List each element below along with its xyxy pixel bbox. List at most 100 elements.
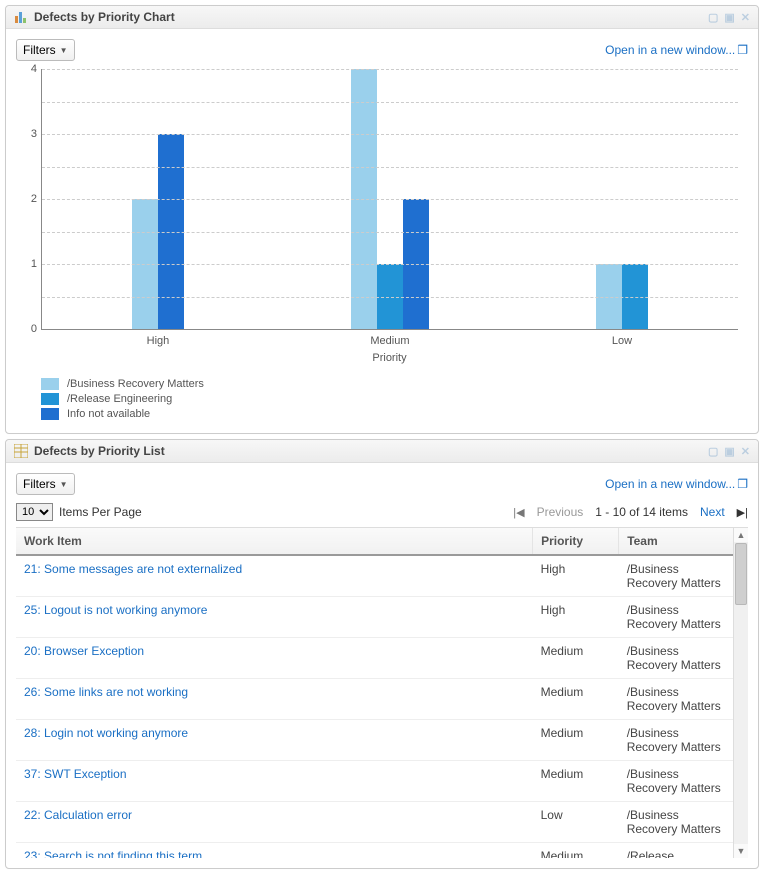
table-row: 20: Browser Exception Medium/Business Rec…	[16, 638, 734, 679]
items-per-page-select[interactable]: 10	[16, 503, 53, 521]
work-item-link[interactable]: 23: Search is not finding this term	[24, 849, 202, 858]
cell-work-item: 26: Some links are not working	[16, 679, 533, 720]
first-page-icon[interactable]: |◀	[513, 506, 524, 519]
close-icon[interactable]: ✕	[741, 445, 750, 458]
scroll-thumb[interactable]	[735, 543, 747, 605]
legend-item[interactable]: Info not available	[41, 408, 738, 420]
cell-work-item: 20: Browser Exception	[16, 638, 533, 679]
chart-filters-button[interactable]: Filters ▼	[16, 39, 75, 61]
close-icon[interactable]: ✕	[741, 11, 750, 24]
cell-team: /Business Recovery Matters	[619, 597, 734, 638]
work-item-link[interactable]: 21: Some messages are not externalized	[24, 562, 242, 576]
list-title: Defects by Priority List	[34, 444, 708, 458]
cell-priority: Medium	[533, 761, 619, 802]
maximize-icon[interactable]: ▣	[724, 445, 734, 458]
list-body: Filters ▼ Open in a new window... ❐ 10 I…	[6, 463, 758, 868]
external-link-icon: ❐	[737, 43, 748, 57]
x-tick-label: Low	[506, 335, 738, 347]
cell-work-item: 28: Login not working anymore	[16, 720, 533, 761]
y-tick-label: 1	[22, 258, 37, 270]
work-item-link[interactable]: 37: SWT Exception	[24, 767, 127, 781]
legend-label: /Release Engineering	[67, 393, 172, 405]
list-filters-button[interactable]: Filters ▼	[16, 473, 75, 495]
previous-page-link[interactable]: Previous	[537, 505, 584, 519]
collapse-icon[interactable]: ▢	[708, 445, 718, 458]
table-row: 23: Search is not finding this term Mediu…	[16, 843, 734, 859]
items-per-page-label: Items Per Page	[59, 505, 142, 519]
col-team[interactable]: Team	[619, 528, 734, 555]
y-tick-label: 3	[22, 128, 37, 140]
pager: |◀ Previous 1 - 10 of 14 items Next ▶|	[513, 505, 748, 519]
cell-work-item: 21: Some messages are not externalized	[16, 555, 533, 597]
table-scrollbar[interactable]: ▲ ▼	[733, 528, 748, 858]
chart-body: Filters ▼ Open in a new window... ❐ High…	[6, 29, 758, 433]
cell-team: /Business Recovery Matters	[619, 802, 734, 843]
cell-priority: Medium	[533, 843, 619, 859]
gridline	[42, 134, 738, 135]
work-item-link[interactable]: 26: Some links are not working	[24, 685, 188, 699]
chart-title: Defects by Priority Chart	[34, 10, 708, 24]
chart-widget: Defects by Priority Chart ▢ ▣ ✕ Filters …	[5, 5, 759, 434]
table-row: 28: Login not working anymoreMedium/Busi…	[16, 720, 734, 761]
chart-open-new-window-link[interactable]: Open in a new window...	[605, 43, 735, 57]
defects-table: Work Item Priority Team 21: Some message…	[16, 528, 734, 858]
maximize-icon[interactable]: ▣	[724, 11, 734, 24]
work-item-link[interactable]: 22: Calculation error	[24, 808, 132, 822]
cell-priority: High	[533, 555, 619, 597]
table-icon	[14, 444, 28, 458]
gridline	[42, 69, 738, 70]
cell-priority: Low	[533, 802, 619, 843]
cell-priority: Medium	[533, 638, 619, 679]
legend-item[interactable]: /Business Recovery Matters	[41, 378, 738, 390]
gridline-minor	[42, 167, 738, 168]
work-item-link[interactable]: 25: Logout is not working anymore	[24, 603, 207, 617]
last-page-icon[interactable]: ▶|	[737, 506, 748, 519]
cell-team: /Business Recovery Matters	[619, 638, 734, 679]
work-item-link[interactable]: 28: Login not working anymore	[24, 726, 188, 740]
scroll-up-icon[interactable]: ▲	[734, 528, 748, 542]
pager-row: 10 Items Per Page |◀ Previous 1 - 10 of …	[16, 503, 748, 521]
chevron-down-icon: ▼	[60, 480, 68, 489]
table-container: Work Item Priority Team 21: Some message…	[16, 527, 748, 858]
chart-plot-area: HighMediumLow 01234 Priority /Business R…	[16, 69, 748, 420]
cell-work-item: 37: SWT Exception	[16, 761, 533, 802]
cell-work-item: 23: Search is not finding this term	[16, 843, 533, 859]
table-row: 21: Some messages are not externalized Hi…	[16, 555, 734, 597]
legend-label: /Business Recovery Matters	[67, 378, 204, 390]
collapse-icon[interactable]: ▢	[708, 11, 718, 24]
scroll-down-icon[interactable]: ▼	[734, 844, 748, 858]
chart-header-actions: ▢ ▣ ✕	[708, 11, 750, 24]
bar-chart-icon	[14, 10, 28, 24]
cell-work-item: 22: Calculation error	[16, 802, 533, 843]
chart-x-axis-label: Priority	[41, 352, 738, 364]
chevron-down-icon: ▼	[60, 46, 68, 55]
col-work-item[interactable]: Work Item	[16, 528, 533, 555]
col-priority[interactable]: Priority	[533, 528, 619, 555]
list-filters-label: Filters	[23, 477, 56, 491]
legend-item[interactable]: /Release Engineering	[41, 393, 738, 405]
legend-swatch	[41, 408, 59, 420]
chart-filters-label: Filters	[23, 43, 56, 57]
legend-label: Info not available	[67, 408, 150, 420]
y-tick-label: 4	[22, 63, 37, 75]
external-link-icon: ❐	[737, 477, 748, 491]
chart-widget-header: Defects by Priority Chart ▢ ▣ ✕	[6, 6, 758, 29]
work-item-link[interactable]: 20: Browser Exception	[24, 644, 144, 658]
x-tick-label: High	[42, 335, 274, 347]
table-row: 22: Calculation error Low/Business Recove…	[16, 802, 734, 843]
table-row: 37: SWT ExceptionMedium/Business Recover…	[16, 761, 734, 802]
chart-toolbar: Filters ▼ Open in a new window... ❐	[16, 39, 748, 61]
table-header-row: Work Item Priority Team	[16, 528, 734, 555]
list-open-new-window-link[interactable]: Open in a new window...	[605, 477, 735, 491]
cell-team: /Business Recovery Matters	[619, 720, 734, 761]
list-widget: Defects by Priority List ▢ ▣ ✕ Filters ▼…	[5, 439, 759, 869]
legend-swatch	[41, 378, 59, 390]
cell-team: /Release Engineering	[619, 843, 734, 859]
y-tick-label: 2	[22, 193, 37, 205]
gridline-minor	[42, 297, 738, 298]
cell-priority: High	[533, 597, 619, 638]
gridline-minor	[42, 232, 738, 233]
next-page-link[interactable]: Next	[700, 505, 725, 519]
list-widget-header: Defects by Priority List ▢ ▣ ✕	[6, 440, 758, 463]
page-range-label: 1 - 10 of 14 items	[595, 505, 688, 519]
